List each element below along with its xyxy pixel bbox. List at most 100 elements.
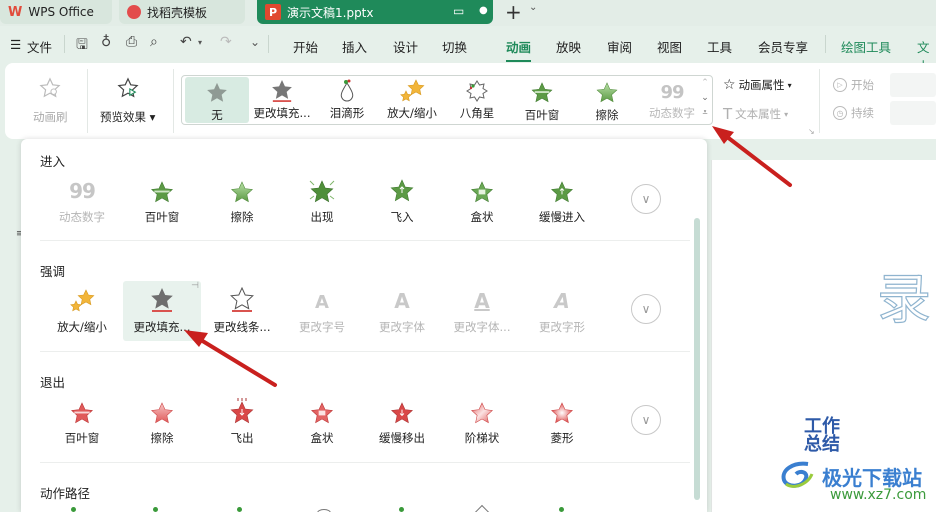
tab-slideshow[interactable]: 放映 bbox=[556, 37, 581, 56]
effect-exit-ease-out[interactable]: 缓慢移出 bbox=[363, 392, 441, 452]
effect-enter-dynamic-digits[interactable]: 99 动态数字 bbox=[43, 171, 121, 231]
star-green-box-icon bbox=[470, 175, 494, 203]
path-start-icon[interactable] bbox=[399, 507, 404, 512]
path-triangle-icon[interactable] bbox=[474, 504, 490, 512]
star-red-stairs-icon bbox=[470, 396, 494, 424]
effect-label: 盒状 bbox=[470, 210, 494, 224]
tab-docer-templates[interactable]: 找稻壳模板 bbox=[119, 0, 245, 24]
redo-icon[interactable]: ↷ bbox=[220, 34, 232, 50]
effect-enter-fly-in[interactable]: 飞入 bbox=[363, 171, 441, 231]
emphasis-more-button[interactable]: ∨ bbox=[631, 294, 661, 324]
pin-icon[interactable]: ⊣ bbox=[191, 281, 199, 291]
gallery-scroll-down-icon[interactable]: ⌄ bbox=[700, 93, 710, 103]
gallery-item-change-fill[interactable]: 更改填充... bbox=[250, 77, 314, 123]
effect-enter-box[interactable]: 盒状 bbox=[443, 171, 521, 231]
effect-exit-box[interactable]: 盒状 bbox=[283, 392, 361, 452]
font-color-icon: A bbox=[474, 289, 490, 313]
effect-enter-wipe[interactable]: 擦除 bbox=[203, 171, 281, 231]
preview-effect-button[interactable]: 预览效果 ▾ bbox=[100, 75, 155, 125]
text-properties-label: 文本属性 bbox=[735, 107, 782, 121]
clock-icon: ◷ bbox=[833, 106, 847, 120]
watermark-url: www.xz7.com bbox=[830, 487, 927, 503]
start-select[interactable] bbox=[890, 73, 936, 97]
effect-exit-blinds[interactable]: 百叶窗 bbox=[43, 392, 121, 452]
tab-insert[interactable]: 插入 bbox=[342, 37, 367, 56]
motion-path-icons-row bbox=[71, 504, 631, 512]
gallery-item-blinds[interactable]: 百叶窗 bbox=[510, 77, 574, 123]
effect-exit-stairs[interactable]: 阶梯状 bbox=[443, 392, 521, 452]
tab-design[interactable]: 设计 bbox=[393, 37, 418, 56]
gallery-item-none[interactable]: 无 bbox=[185, 77, 249, 123]
path-start-icon[interactable] bbox=[153, 507, 158, 512]
gallery-item-grow-shrink[interactable]: 放大/缩小 bbox=[380, 77, 444, 123]
tab-view[interactable]: 视图 bbox=[657, 37, 682, 56]
gallery-item-eight-star[interactable]: 八角星 bbox=[445, 77, 509, 123]
duration-input[interactable] bbox=[890, 101, 936, 125]
tab-tools[interactable]: 工具 bbox=[707, 37, 732, 56]
gallery-expand-icon[interactable]: ⩡ bbox=[700, 108, 710, 118]
menu-bar: ☰ 文件 🖫 ♁ ⎙ ⌕ ↶ ▾ ↷ ⌄ 开始 插入 设计 切换 动画 放映 审… bbox=[0, 26, 936, 74]
hamburger-icon[interactable]: ☰ bbox=[10, 37, 21, 52]
effect-emphasis-change-font-style[interactable]: A 更改字形 bbox=[523, 281, 601, 341]
more-chevron-icon[interactable]: ⌄ bbox=[250, 35, 260, 49]
slide-canvas[interactable]: 录 工作 总结 极光下载站 www.xz7.com bbox=[711, 160, 936, 512]
effect-emphasis-change-font-size[interactable]: A 更改字号 bbox=[283, 281, 361, 341]
effect-emphasis-change-fill[interactable]: 更改填充... ⊣ bbox=[123, 281, 201, 341]
tab-home[interactable]: 开始 bbox=[293, 37, 318, 56]
panel-scrollbar[interactable] bbox=[694, 218, 700, 500]
effect-enter-ease-in[interactable]: 缓慢进入 bbox=[523, 171, 601, 231]
wps-logo-icon: W bbox=[8, 4, 23, 20]
gallery-item-wipe[interactable]: 擦除 bbox=[575, 77, 639, 123]
effect-label: 放大/缩小 bbox=[57, 320, 107, 334]
undo-icon[interactable]: ↶ bbox=[180, 34, 192, 50]
effect-exit-fly-out[interactable]: 飞出 bbox=[203, 392, 281, 452]
tab-wps-office[interactable]: W WPS Office bbox=[0, 0, 112, 24]
dialog-launcher-icon[interactable]: ↘ bbox=[808, 127, 815, 136]
stars-grow-icon bbox=[69, 285, 95, 313]
print-icon[interactable]: ⎙ bbox=[126, 34, 137, 50]
undo-dropdown-icon[interactable]: ▾ bbox=[198, 38, 202, 47]
animation-properties-button[interactable]: ☆ 动画属性 ▾ bbox=[723, 77, 792, 93]
enter-more-button[interactable]: ∨ bbox=[631, 184, 661, 214]
tab-member[interactable]: 会员专享 bbox=[758, 37, 808, 56]
exit-more-button[interactable]: ∨ bbox=[631, 405, 661, 435]
stars-grow-icon bbox=[399, 77, 425, 103]
effect-label: 百叶窗 bbox=[144, 210, 180, 224]
effect-exit-diamond[interactable]: 菱形 bbox=[523, 392, 601, 452]
gallery-item-teardrop[interactable]: 泪滴形 bbox=[315, 77, 379, 123]
tab-document[interactable]: P 演示文稿1.pptx ▭ ● bbox=[257, 0, 493, 24]
save-icon[interactable]: 🖫 bbox=[76, 34, 88, 58]
file-menu[interactable]: 文件 bbox=[27, 37, 52, 56]
tab-drawing-tools[interactable]: 绘图工具 bbox=[841, 37, 891, 56]
unsaved-dot-icon: ● bbox=[479, 5, 488, 16]
effect-emphasis-grow-shrink[interactable]: 放大/缩小 bbox=[43, 281, 121, 341]
divider bbox=[87, 69, 88, 133]
divider bbox=[173, 69, 174, 133]
effect-emphasis-change-font-color[interactable]: A 更改字体... bbox=[443, 281, 521, 341]
path-start-icon[interactable] bbox=[71, 507, 76, 512]
tab-review[interactable]: 审阅 bbox=[607, 37, 632, 56]
monitor-icon[interactable]: ▭ bbox=[453, 4, 464, 18]
path-start-icon[interactable] bbox=[237, 507, 242, 512]
path-start-icon[interactable] bbox=[559, 507, 564, 512]
export-icon[interactable]: ♁ bbox=[101, 34, 111, 50]
gallery-scroll-up-icon[interactable]: ⌃ bbox=[700, 78, 710, 88]
effect-exit-wipe[interactable]: 擦除 bbox=[123, 392, 201, 452]
star-green-blinds-icon bbox=[150, 175, 174, 203]
star-green-wipe-icon bbox=[230, 175, 254, 203]
effect-emphasis-change-line[interactable]: 更改线条... bbox=[203, 281, 281, 341]
effect-label: 阶梯状 bbox=[464, 431, 500, 445]
effect-emphasis-change-font[interactable]: A 更改字体 bbox=[363, 281, 441, 341]
section-title-motion-path: 动作路径 bbox=[40, 486, 91, 501]
tab-animation[interactable]: 动画 bbox=[506, 37, 532, 62]
effect-enter-blinds[interactable]: 百叶窗 bbox=[123, 171, 201, 231]
animation-brush-button[interactable]: 动画刷 bbox=[33, 75, 68, 125]
text-properties-button[interactable]: T 文本属性 ▾ bbox=[723, 105, 788, 123]
gallery-item-label: 泪滴形 bbox=[329, 106, 365, 120]
effect-enter-appear[interactable]: 出现 bbox=[283, 171, 361, 231]
new-tab-button[interactable]: + bbox=[505, 0, 522, 24]
print-preview-icon[interactable]: ⌕ bbox=[150, 34, 158, 50]
gallery-item-dynamic-digits[interactable]: 99 动态数字 bbox=[640, 77, 704, 123]
tab-dropdown-icon[interactable]: ⌄ bbox=[529, 2, 537, 13]
tab-transition[interactable]: 切换 bbox=[442, 37, 467, 56]
